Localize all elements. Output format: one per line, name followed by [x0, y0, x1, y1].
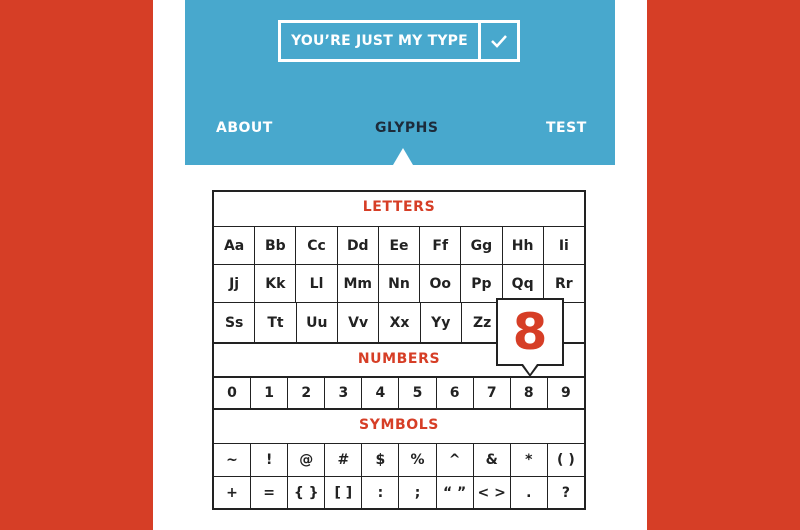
- glyph-cell[interactable]: 0: [214, 378, 250, 408]
- tab-test[interactable]: TEST: [546, 120, 587, 136]
- glyph-cell[interactable]: Qq: [501, 265, 543, 302]
- glyph-cell[interactable]: 3: [324, 378, 361, 408]
- glyph-cell[interactable]: Jj: [214, 265, 254, 302]
- glyph-cell[interactable]: Pp: [460, 265, 501, 302]
- phone-side-button-left: [147, 43, 153, 58]
- glyph-cell[interactable]: Oo: [419, 265, 460, 302]
- glyph-cell[interactable]: Kk: [254, 265, 295, 302]
- glyph-magnifier: 8: [496, 298, 564, 366]
- glyph-cell[interactable]: { }: [287, 477, 324, 508]
- glyph-cell[interactable]: $: [361, 444, 398, 476]
- glyph-cell[interactable]: Tt: [254, 303, 295, 342]
- glyph-cell[interactable]: Ii: [542, 227, 584, 264]
- glyph-cell[interactable]: Ss: [214, 303, 254, 342]
- glyph-cell[interactable]: %: [398, 444, 435, 476]
- glyph-cell[interactable]: 9: [546, 378, 584, 408]
- glyph-cell[interactable]: +: [214, 477, 250, 508]
- glyph-cell[interactable]: Bb: [254, 227, 295, 264]
- glyph-cell[interactable]: ?: [546, 477, 584, 508]
- glyph-cell[interactable]: 5: [398, 378, 435, 408]
- glyph-cell[interactable]: Mm: [336, 265, 378, 302]
- check-icon: [491, 35, 507, 48]
- numbers-row: 0123456789: [214, 376, 584, 408]
- glyph-cell[interactable]: &: [472, 444, 510, 476]
- app-title: YOU’RE JUST MY TYPE: [291, 33, 468, 49]
- glyph-cell[interactable]: #: [324, 444, 361, 476]
- glyph-cell[interactable]: Xx: [378, 303, 419, 342]
- glyph-cell[interactable]: Rr: [542, 265, 584, 302]
- glyph-cell[interactable]: Dd: [336, 227, 378, 264]
- glyph-cell[interactable]: *: [509, 444, 547, 476]
- symbols-row: ~! @ # $% ^ & *( ): [214, 443, 584, 476]
- magnifier-pointer-fill: [523, 364, 537, 374]
- glyph-cell[interactable]: 6: [435, 378, 473, 408]
- tab-glyphs[interactable]: GLYPHS: [375, 120, 438, 136]
- glyph-cell[interactable]: 8: [509, 378, 547, 408]
- glyph-cell[interactable]: Cc: [295, 227, 336, 264]
- symbols-heading: SYMBOLS: [214, 408, 584, 442]
- phone-side-button-right: [647, 43, 653, 58]
- glyph-cell[interactable]: Vv: [336, 303, 378, 342]
- glyph-cell[interactable]: Nn: [377, 265, 419, 302]
- glyph-cell[interactable]: !: [250, 444, 287, 476]
- glyph-cell[interactable]: Ee: [377, 227, 419, 264]
- glyph-cell[interactable]: @: [287, 444, 324, 476]
- glyph-cell[interactable]: ( ): [546, 444, 584, 476]
- glyph-cell[interactable]: Ff: [419, 227, 460, 264]
- glyph-cell[interactable]: 2: [287, 378, 324, 408]
- glyph-cell[interactable]: :: [361, 477, 398, 508]
- glyph-cell[interactable]: 4: [361, 378, 398, 408]
- glyph-cell[interactable]: Ll: [295, 265, 336, 302]
- glyph-cell[interactable]: Uu: [295, 303, 337, 342]
- glyph-cell[interactable]: “ ”: [435, 477, 473, 508]
- glyph-cell[interactable]: Yy: [419, 303, 461, 342]
- glyph-cell[interactable]: ~: [214, 444, 250, 476]
- letters-row: Aa Bb Cc Dd Ee Ff Gg Hh Ii: [214, 226, 584, 264]
- glyph-cell[interactable]: ^: [435, 444, 473, 476]
- check-button[interactable]: [478, 23, 517, 59]
- glyph-cell[interactable]: 7: [472, 378, 510, 408]
- glyph-cell[interactable]: .: [509, 477, 547, 508]
- glyph-cell[interactable]: =: [250, 477, 287, 508]
- glyph-cell[interactable]: Aa: [214, 227, 254, 264]
- glyph-cell[interactable]: ;: [398, 477, 435, 508]
- symbols-row: + ={ }[ ]:; “ ” < >.?: [214, 476, 584, 508]
- glyph-cell[interactable]: 1: [250, 378, 287, 408]
- active-tab-indicator: [393, 148, 413, 165]
- letters-row: Jj Kk Ll Mm Nn Oo Pp Qq Rr: [214, 264, 584, 302]
- letters-heading: LETTERS: [362, 199, 436, 215]
- title-banner: YOU’RE JUST MY TYPE: [278, 20, 520, 62]
- tab-about[interactable]: ABOUT: [216, 120, 273, 136]
- glyph-cell[interactable]: Hh: [501, 227, 543, 264]
- glyph-cell[interactable]: Gg: [460, 227, 501, 264]
- glyph-cell[interactable]: < >: [472, 477, 510, 508]
- glyph-cell[interactable]: [ ]: [324, 477, 361, 508]
